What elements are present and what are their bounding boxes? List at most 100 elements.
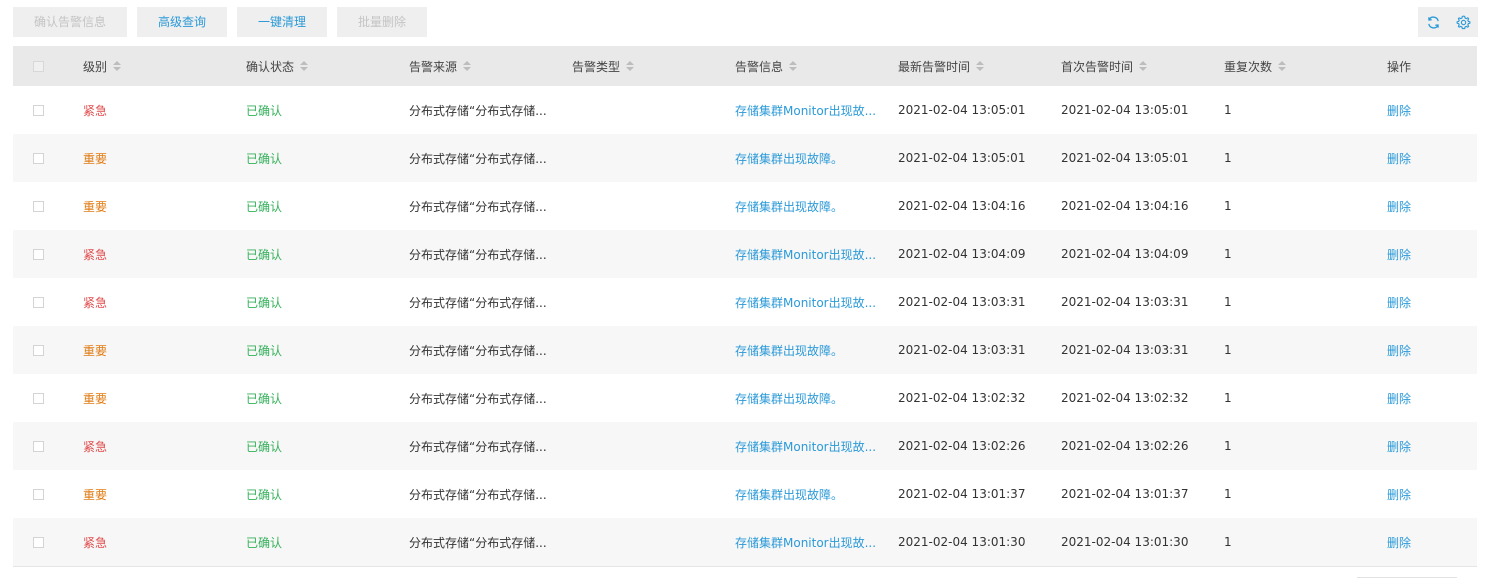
delete-link[interactable]: 删除 [1387,294,1411,311]
row-checkbox[interactable] [33,392,44,404]
source-cell: 分布式存储“分布式存储... [409,278,557,326]
info-cell: 存储集群Monitor出现故... [735,230,880,278]
latest-time-cell: 2021-02-04 13:05:01 [898,134,1053,182]
source-cell: 分布式存储“分布式存储... [409,470,557,518]
batch-delete-button[interactable]: 批量删除 [337,7,428,37]
header-first-time[interactable]: 首次告警时间 [1061,46,1216,86]
source-cell: 分布式存储“分布式存储... [409,374,557,422]
header-type[interactable]: 告警类型 [572,46,722,86]
latest-time-cell: 2021-02-04 13:04:16 [898,182,1053,230]
row-checkbox[interactable] [33,152,44,164]
gear-icon[interactable] [1455,14,1471,30]
row-checkbox[interactable] [33,104,44,116]
refresh-icon[interactable] [1425,14,1441,30]
alarm-info-link[interactable]: 存储集群出现故障。 [735,486,843,503]
alarm-info-link[interactable]: 存储集群Monitor出现故... [735,102,876,119]
alarm-info-link[interactable]: 存储集群出现故障。 [735,390,843,407]
alarm-info-link[interactable]: 存储集群出现故障。 [735,198,843,215]
delete-link[interactable]: 删除 [1387,342,1411,359]
latest-time-cell: 2021-02-04 13:03:31 [898,326,1053,374]
header-level[interactable]: 级别 [83,46,233,86]
repeat-count-text: 1 [1224,535,1232,549]
level-cell: 重要 [83,326,233,374]
first-time-text: 2021-02-04 13:03:31 [1061,343,1189,357]
sort-icon[interactable] [1278,61,1287,71]
first-time-cell: 2021-02-04 13:01:37 [1061,470,1216,518]
row-checkbox[interactable] [33,536,44,548]
status-cell: 已确认 [246,518,396,566]
row-checkbox[interactable] [33,488,44,500]
sort-icon[interactable] [300,61,309,71]
status-cell: 已确认 [246,134,396,182]
repeat-count-text: 1 [1224,487,1232,501]
header-repeat-count[interactable]: 重复次数 [1224,46,1374,86]
source-cell: 分布式存储“分布式存储... [409,230,557,278]
header-info[interactable]: 告警信息 [735,46,880,86]
row-checkbox[interactable] [33,296,44,308]
header-source[interactable]: 告警来源 [409,46,557,86]
type-cell [572,470,722,518]
select-all-checkbox[interactable] [33,60,44,72]
info-cell: 存储集群Monitor出现故... [735,278,880,326]
header-latest-time[interactable]: 最新告警时间 [898,46,1053,86]
delete-link[interactable]: 删除 [1387,246,1411,263]
level-text: 紧急 [83,247,108,262]
row-checkbox[interactable] [33,344,44,356]
level-cell: 重要 [83,374,233,422]
advanced-query-button[interactable]: 高级查询 [137,7,228,37]
latest-time-text: 2021-02-04 13:04:09 [898,247,1026,261]
table-row: 重要 已确认 分布式存储“分布式存储... 存储集群出现故障。 2021-02-04 1… [13,374,1477,422]
latest-time-text: 2021-02-04 13:03:31 [898,343,1026,357]
row-checkbox[interactable] [33,440,44,452]
alarm-info-link[interactable]: 存储集群Monitor出现故... [735,294,876,311]
type-cell [572,374,722,422]
sort-icon[interactable] [463,61,472,71]
latest-time-text: 2021-02-04 13:01:37 [898,487,1026,501]
latest-time-cell: 2021-02-04 13:02:32 [898,374,1053,422]
delete-link[interactable]: 删除 [1387,102,1411,119]
sort-icon[interactable] [789,61,798,71]
row-select-cell [33,134,53,182]
repeat-count-text: 1 [1224,103,1232,117]
first-time-text: 2021-02-04 13:04:16 [1061,199,1189,213]
alarm-info-link[interactable]: 存储集群Monitor出现故... [735,246,876,263]
first-time-cell: 2021-02-04 13:02:26 [1061,422,1216,470]
alarm-info-link[interactable]: 存储集群Monitor出现故... [735,438,876,455]
delete-link[interactable]: 删除 [1387,534,1411,551]
delete-link[interactable]: 删除 [1387,150,1411,167]
sort-icon[interactable] [626,61,635,71]
type-cell [572,278,722,326]
row-select-cell [33,518,53,566]
sort-icon[interactable] [113,61,122,71]
type-cell [572,422,722,470]
alarm-info-link[interactable]: 存储集群出现故障。 [735,342,843,359]
sort-icon[interactable] [1139,61,1148,71]
alarm-info-link[interactable]: 存储集群出现故障。 [735,150,843,167]
header-status[interactable]: 确认状态 [246,46,396,86]
level-cell: 重要 [83,182,233,230]
row-checkbox[interactable] [33,248,44,260]
confirm-alarm-button[interactable]: 确认告警信息 [13,7,128,37]
repeat-cell: 1 [1224,230,1374,278]
status-text: 已确认 [246,535,283,550]
delete-link[interactable]: 删除 [1387,438,1411,455]
delete-link[interactable]: 删除 [1387,486,1411,503]
delete-link[interactable]: 删除 [1387,198,1411,215]
first-time-cell: 2021-02-04 13:03:31 [1061,326,1216,374]
table-header: 级别 确认状态 告警来源 告警类型 告警信息 最新告警时间 首次告警时间 重复次… [13,46,1477,86]
table-row: 重要 已确认 分布式存储“分布式存储... 存储集群出现故障。 2021-02-04 1… [13,326,1477,374]
sort-icon[interactable] [976,61,985,71]
row-checkbox[interactable] [33,200,44,212]
delete-link[interactable]: 删除 [1387,390,1411,407]
table-row: 紧急 已确认 分布式存储“分布式存储... 存储集群Monitor出现故... 2021… [13,518,1477,566]
one-click-clear-button[interactable]: 一键清理 [237,7,328,37]
row-select-cell [33,326,53,374]
alarm-info-link[interactable]: 存储集群Monitor出现故... [735,534,876,551]
source-cell: 分布式存储“分布式存储... [409,86,557,134]
select-all-cell [33,46,53,86]
status-text: 已确认 [246,343,283,358]
info-cell: 存储集群出现故障。 [735,134,880,182]
header-level-label: 级别 [83,59,108,74]
repeat-cell: 1 [1224,470,1374,518]
operation-cell: 删除 [1387,86,1467,134]
